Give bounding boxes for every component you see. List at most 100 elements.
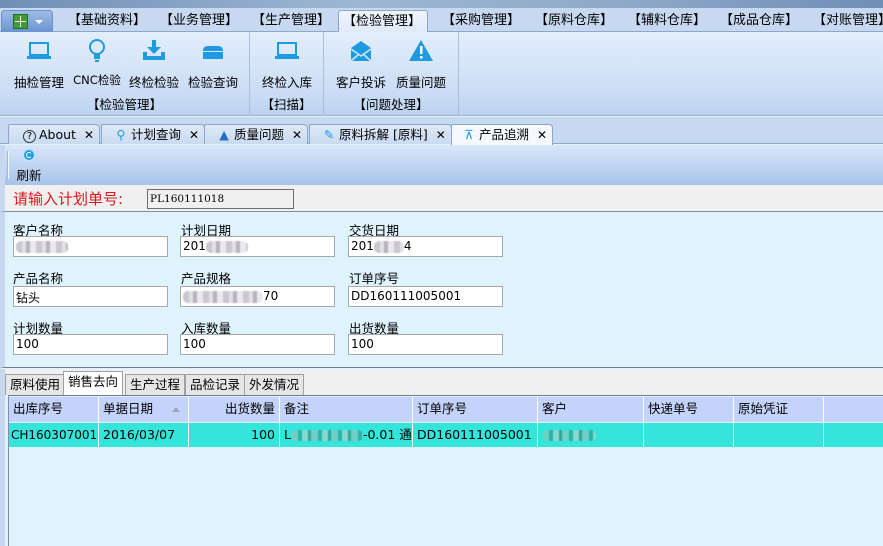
lightbulb-icon [84,38,110,64]
refresh-button[interactable]: 刷新 [14,148,44,184]
detail-tab-bar: 原料使用 销售去向 生产过程 品检记录 外发情况 [0,369,883,395]
refresh-label: 刷新 [16,168,42,183]
button-label: 质量问题 [395,75,446,90]
column-header-voucher[interactable]: 原始凭证 [734,397,824,422]
doc-tab-plan-query[interactable]: ⚲ 计划查询 ✕ [101,124,206,145]
redacted-value [542,430,596,441]
field-value: 201 [183,239,206,253]
edit-icon: ✎ [323,127,335,142]
order-number-field[interactable]: DD160111005001 [348,286,503,307]
doc-tab-product-trace[interactable]: ⊼ 产品追溯 ✕ [451,124,554,145]
hierarchy-icon: ⊼ [464,127,474,142]
close-icon[interactable]: ✕ [292,126,302,145]
group-label: 【问题处理】 [353,97,429,112]
ribbon-group-scan: 终检入库 【扫描】 [250,32,324,116]
cnc-inspection-button[interactable]: CNC检验 [70,36,124,92]
ribbon-group-inspection: 抽检管理 CNC检验 终检检验 检验查询 【检验管理】 [0,32,250,116]
button-label: 检验查询 [187,75,238,90]
ribbon-tab-business[interactable]: 【业务管理】 [156,10,242,32]
ribbon-tab-finished-warehouse[interactable]: 【成品仓库】 [716,10,802,32]
drive-icon [200,38,226,64]
product-name-field[interactable]: 钻头 [13,286,168,307]
button-label: 终检入库 [261,75,312,90]
dropdown-arrow-icon [35,20,43,24]
field-value-suffix: 70 [263,289,279,303]
column-header-date[interactable]: 单据日期 [99,397,189,422]
sales-grid: 出库序号 单据日期 出货数量 备注 订单序号 客户 快递单号 原始凭证 CH16… [0,395,883,546]
tab-label: 计划查询 [131,127,182,142]
close-icon[interactable]: ✕ [84,126,94,145]
tab-production-process[interactable]: 生产过程 [125,374,186,395]
remark-suffix: -0.01 通 [362,427,412,442]
cell-order-no: DD160111005001 [413,423,538,447]
ribbon-group-issues: 客户投诉 质量问题 【问题处理】 [324,32,459,116]
quality-issue-button[interactable]: 质量问题 [394,36,448,92]
group-label: 【检验管理】 [86,97,162,112]
ribbon-tab-raw-warehouse[interactable]: 【原料仓库】 [531,10,617,32]
final-inspection-button[interactable]: 终检检验 [127,36,181,92]
doc-tab-quality-issue[interactable]: ▲ 质量问题 ✕ [204,124,309,145]
doc-tab-material-breakdown[interactable]: ✎ 原料拆解 [原料] ✕ [309,124,452,144]
close-icon[interactable]: ✕ [189,126,199,145]
plan-number-input[interactable]: PL160111018 [147,189,294,209]
ribbon-tab-basic-data[interactable]: 【基础资料】 [64,10,150,32]
app-menu-button[interactable] [1,10,53,32]
cell-express-no [644,423,734,447]
cell-qty: 100 [189,423,280,447]
redacted-value [183,290,263,303]
column-header-order-no[interactable]: 订单序号 [413,397,538,422]
tab-outsourcing[interactable]: 外发情况 [244,374,305,395]
delivery-date-field[interactable]: 201 4 [348,236,503,257]
tab-quality-records[interactable]: 品检记录 [185,374,246,395]
stock-in-quantity-field[interactable]: 100 [180,334,335,355]
product-spec-label: 产品规格 [181,271,232,286]
ribbon-tab-reconciliation[interactable]: 【对账管理】 [809,10,883,32]
close-icon[interactable]: ✕ [537,126,547,145]
download-tray-icon [141,38,167,64]
customer-complaint-button[interactable]: 客户投诉 [334,36,388,92]
plan-number-label: 请输入计划单号: [13,190,124,208]
redacted-value [290,430,363,441]
cell-customer [538,423,644,447]
ribbon-panel: 抽检管理 CNC检验 终检检验 检验查询 【检验管理】 终检入库 【扫描】 客户… [0,32,883,116]
doc-tab-about[interactable]: ? About ✕ [8,124,101,145]
tab-sales-destination[interactable]: 销售去向 [63,371,124,395]
ribbon-tab-production[interactable]: 【生产管理】 [248,10,334,32]
plan-quantity-field[interactable]: 100 [13,334,168,355]
ribbon-tab-inspection[interactable]: 【检验管理】 [338,10,428,33]
redacted-value [373,240,404,253]
field-value: 201 [351,239,374,253]
tab-label: 质量问题 [234,127,285,142]
final-stock-in-button[interactable]: 终检入库 [260,36,314,92]
inspection-query-button[interactable]: 检验查询 [186,36,240,92]
column-header-customer[interactable]: 客户 [538,397,644,422]
product-spec-field[interactable]: 70 [180,286,335,307]
redacted-value [16,240,68,253]
shipped-quantity-field[interactable]: 100 [348,334,503,355]
app-grid-icon [13,14,28,29]
laptop-icon [26,38,52,64]
column-header-remark[interactable]: 备注 [280,397,413,422]
sampling-inspection-button[interactable]: 抽检管理 [12,36,66,92]
plan-date-field[interactable]: 201 [180,236,335,257]
toolbar-separator [7,151,9,179]
redacted-value [205,240,248,253]
toolbar: 刷新 [0,145,883,185]
column-header-out-no[interactable]: 出库序号 [9,397,99,422]
ribbon-tab-aux-warehouse[interactable]: 【辅料仓库】 [624,10,710,32]
cell-out-no: CH1603070010 [9,423,99,447]
ribbon-tab-purchasing[interactable]: 【采购管理】 [438,10,524,32]
tab-material-usage[interactable]: 原料使用 [5,374,66,395]
window-title-bar [0,0,883,8]
button-label: 抽检管理 [13,75,64,90]
remark-prefix: L [284,427,291,442]
column-header-qty[interactable]: 出货数量 [189,397,280,422]
cell-voucher [734,423,824,447]
customer-name-field[interactable] [13,236,168,257]
table-row[interactable]: CH1603070010 2016/03/07 100 L -0.01 通 DD1… [9,423,883,447]
header-label: 单据日期 [103,401,154,416]
search-icon: ⚲ [116,127,126,142]
column-header-express-no[interactable]: 快递单号 [644,397,734,422]
tab-label: 产品追溯 [479,127,530,142]
close-icon[interactable]: ✕ [436,126,446,145]
